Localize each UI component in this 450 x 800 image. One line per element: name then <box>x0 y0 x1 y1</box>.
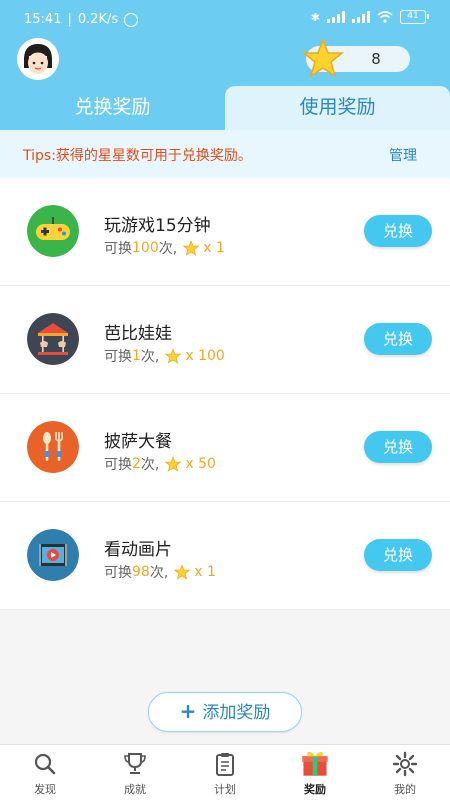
alarm-icon <box>124 12 139 27</box>
reward-times: 100 <box>132 240 159 256</box>
exchange-button[interactable]: 兑换 <box>364 323 432 355</box>
status-time: 15:41 <box>24 12 62 27</box>
signal-icon <box>327 11 345 23</box>
reward-row: 看动画片 可换 98 次, x 1 兑换 <box>0 502 450 610</box>
girl-avatar-icon <box>17 38 59 80</box>
header: 15:41 | 0.2K/s ✱ 41 8 兑换奖励 使用奖励 <box>0 0 450 130</box>
gamepad-icon <box>27 205 79 257</box>
wifi-icon <box>377 11 393 23</box>
reward-cost: x 1 <box>203 240 225 256</box>
star-icon <box>302 38 344 78</box>
reward-times: 2 <box>132 456 141 472</box>
reward-row: 玩游戏15分钟 可换 100 次, x 1 兑换 <box>0 178 450 286</box>
gift-icon <box>302 751 328 776</box>
battery-icon: 41 <box>400 10 429 24</box>
reward-title: 看动画片 <box>104 540 172 560</box>
nav-discover[interactable]: 发现 <box>0 745 90 800</box>
status-bar: 15:41 | 0.2K/s ✱ 41 <box>0 0 450 40</box>
exchange-button[interactable]: 兑换 <box>364 431 432 463</box>
star-icon <box>165 456 182 472</box>
gear-icon <box>392 751 418 777</box>
star-icon <box>165 348 182 364</box>
bottom-nav: 发现 成就 计划 奖励 我的 <box>0 744 450 800</box>
star-icon <box>174 564 191 580</box>
trophy-icon <box>124 753 146 774</box>
tab-exchange-rewards[interactable]: 兑换奖励 <box>0 86 225 130</box>
exchange-button[interactable]: 兑换 <box>364 539 432 571</box>
reward-times: 98 <box>132 564 150 580</box>
reward-times: 1 <box>132 348 141 364</box>
reward-row: 芭比娃娃 可换 1 次, x 100 兑换 <box>0 286 450 394</box>
video-icon <box>27 529 79 581</box>
status-speed: 0.2K/s <box>77 12 119 27</box>
add-reward-label: 添加奖励 <box>202 703 271 723</box>
tips-bar: Tips:获得的星星数可用于兑换奖励。 管理 <box>0 130 450 178</box>
reward-subtitle: 可换 98 次, x 1 <box>104 564 216 581</box>
tips-text: Tips:获得的星星数可用于兑换奖励。 <box>23 148 252 164</box>
nav-rewards[interactable]: 奖励 <box>270 745 360 800</box>
reward-row: 披萨大餐 可换 2 次, x 50 兑换 <box>0 394 450 502</box>
carousel-icon <box>27 313 79 365</box>
reward-subtitle: 可换 1 次, x 100 <box>104 348 225 365</box>
reward-subtitle: 可换 2 次, x 50 <box>104 456 216 473</box>
reward-subtitle: 可换 100 次, x 1 <box>104 240 225 257</box>
utensils-icon <box>27 421 79 473</box>
reward-cost: x 100 <box>185 348 225 364</box>
nav-achievements[interactable]: 成就 <box>90 745 180 800</box>
reward-cost: x 50 <box>185 456 216 472</box>
plus-icon: + <box>179 699 197 723</box>
manage-link[interactable]: 管理 <box>389 145 417 165</box>
reward-list: 玩游戏15分钟 可换 100 次, x 1 兑换 芭比娃娃 可换 1 次, x 100 … <box>0 178 450 610</box>
star-icon <box>183 240 200 256</box>
exchange-button[interactable]: 兑换 <box>364 215 432 247</box>
reward-title: 芭比娃娃 <box>104 324 172 344</box>
star-count: 8 <box>371 50 381 68</box>
avatar[interactable] <box>17 38 59 80</box>
clipboard-icon <box>216 753 234 776</box>
add-reward-button[interactable]: + 添加奖励 <box>148 692 302 732</box>
search-icon <box>34 753 56 775</box>
tab-use-rewards[interactable]: 使用奖励 <box>225 86 450 130</box>
signal-2-icon <box>352 11 370 23</box>
reward-cost: x 1 <box>194 564 216 580</box>
bluetooth-icon: ✱ <box>310 10 320 24</box>
reward-title: 玩游戏15分钟 <box>104 216 211 236</box>
nav-plan[interactable]: 计划 <box>180 745 270 800</box>
nav-mine[interactable]: 我的 <box>360 745 450 800</box>
reward-title: 披萨大餐 <box>104 432 172 452</box>
